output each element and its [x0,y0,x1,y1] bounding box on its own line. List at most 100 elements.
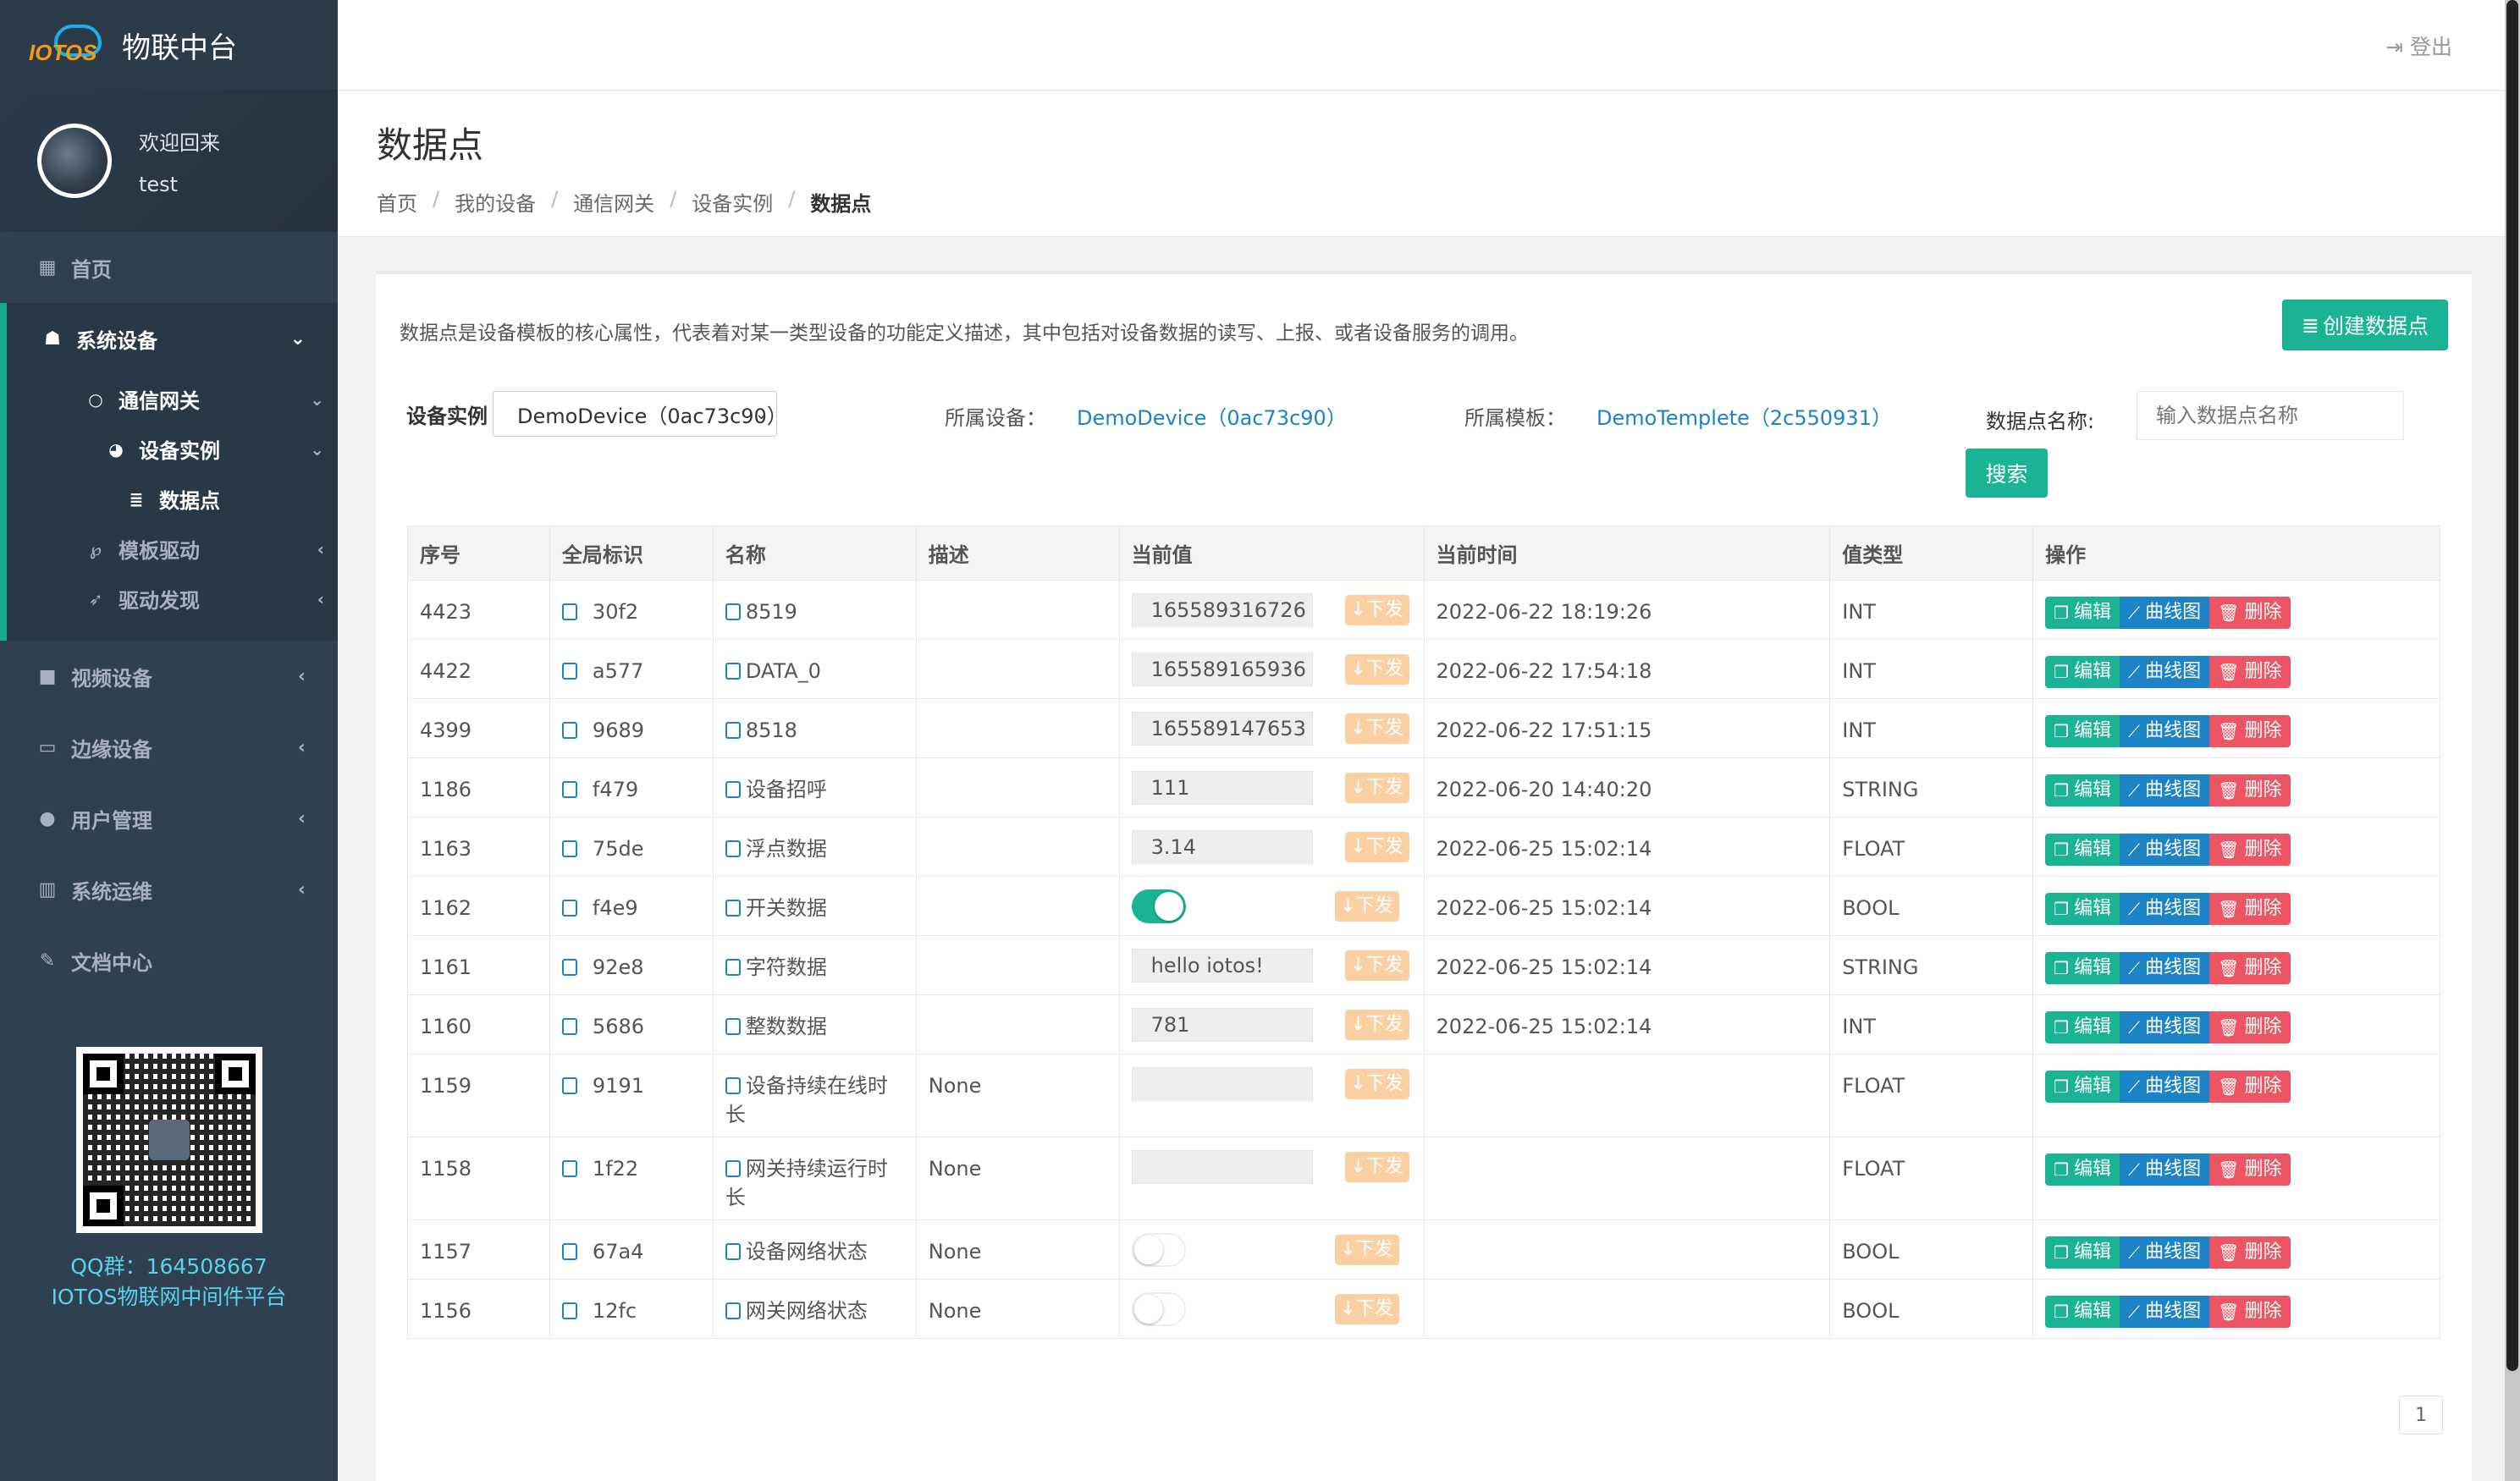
value-input[interactable]: 165589165936 [1131,652,1313,686]
edit-button[interactable]: ❐ 编辑 [2045,1153,2120,1186]
copy-icon[interactable] [725,1243,741,1260]
chart-button[interactable]: ⟋ 曲线图 [2120,1071,2210,1103]
scrollbar[interactable] [2505,0,2520,1481]
chart-button[interactable]: ⟋ 曲线图 [2120,656,2210,688]
sidebar-item-gateway[interactable]: ○ 通信网关 ⌄ [7,374,338,424]
device-instance-select[interactable]: DemoDevice（0ac73c90） ⌄ [493,391,777,437]
edit-button[interactable]: ❐ 编辑 [2045,1296,2120,1328]
send-button[interactable]: ↓下发 [1344,654,1409,685]
breadcrumb-my-devices[interactable]: 我的设备 [455,187,536,217]
delete-button[interactable]: 🗑 删除 [2209,597,2291,629]
send-button[interactable]: ↓下发 [1344,595,1409,625]
data-point-name-input[interactable] [2137,391,2404,440]
copy-icon[interactable] [725,840,741,857]
chart-button[interactable]: ⟋ 曲线图 [2120,1236,2210,1269]
delete-button[interactable]: 🗑 删除 [2209,952,2291,984]
copy-icon[interactable] [561,840,577,857]
edit-button[interactable]: ❐ 编辑 [2045,1236,2120,1269]
pagination-page-1[interactable]: 1 [2399,1396,2443,1434]
copy-icon[interactable] [725,722,741,739]
col-header-time[interactable]: 当前时间 [1423,526,1831,581]
avatar[interactable] [37,124,112,198]
device-link[interactable]: DemoDevice（0ac73c90） [1077,401,1347,431]
sidebar-item-device-instance[interactable]: ◕ 设备实例 ⌄ [7,424,338,474]
chart-button[interactable]: ⟋ 曲线图 [2120,1296,2210,1328]
delete-button[interactable]: 🗑 删除 [2209,656,2291,688]
copy-icon[interactable] [561,900,577,917]
sidebar-item-edge-devices[interactable]: ▭ 边缘设备 ‹ [0,712,338,783]
copy-icon[interactable] [725,1302,741,1319]
copy-icon[interactable] [725,663,741,680]
chart-button[interactable]: ⟋ 曲线图 [2120,715,2210,747]
breadcrumb-device-instance[interactable]: 设备实例 [692,187,773,217]
send-button[interactable]: ↓下发 [1344,713,1409,744]
edit-button[interactable]: ❐ 编辑 [2045,1071,2120,1103]
value-input[interactable]: 781 [1131,1008,1313,1042]
copy-icon[interactable] [561,1018,577,1035]
delete-button[interactable]: 🗑 删除 [2209,774,2291,807]
edit-button[interactable]: ❐ 编辑 [2045,1011,2120,1043]
sidebar-item-video-devices[interactable]: ■ 视频设备 ‹ [0,641,338,712]
copy-icon[interactable] [725,781,741,798]
sidebar-item-docs[interactable]: ✎ 文档中心 [0,925,338,996]
value-toggle[interactable] [1131,889,1186,923]
edit-button[interactable]: ❐ 编辑 [2045,952,2120,984]
chart-button[interactable]: ⟋ 曲线图 [2120,1153,2210,1186]
value-toggle[interactable] [1131,1292,1186,1326]
chart-button[interactable]: ⟋ 曲线图 [2120,1011,2210,1043]
col-header-type[interactable]: 值类型 [1829,526,2034,581]
edit-button[interactable]: ❐ 编辑 [2045,893,2120,925]
copy-icon[interactable] [561,1243,577,1260]
edit-button[interactable]: ❐ 编辑 [2045,597,2120,629]
send-button[interactable]: ↓下发 [1344,1152,1409,1182]
value-input[interactable]: 165589147653 [1131,712,1313,746]
copy-icon[interactable] [561,1077,577,1094]
delete-button[interactable]: 🗑 删除 [2209,834,2291,866]
breadcrumb-gateway[interactable]: 通信网关 [573,187,654,217]
copy-icon[interactable] [561,663,577,680]
copy-icon[interactable] [725,1018,741,1035]
delete-button[interactable]: 🗑 删除 [2209,1236,2291,1269]
create-data-point-button[interactable]: ≣ 创建数据点 [2282,300,2448,350]
send-button[interactable]: ↓下发 [1344,1069,1409,1099]
delete-button[interactable]: 🗑 删除 [2209,1296,2291,1328]
value-input[interactable]: 3.14 [1131,830,1313,864]
send-button[interactable]: ↓下发 [1334,1235,1399,1265]
value-input[interactable] [1131,1150,1313,1184]
copy-icon[interactable] [561,959,577,976]
value-input[interactable]: 165589316726 [1131,593,1313,627]
send-button[interactable]: ↓下发 [1344,832,1409,862]
chart-button[interactable]: ⟋ 曲线图 [2120,952,2210,984]
chart-button[interactable]: ⟋ 曲线图 [2120,597,2210,629]
send-button[interactable]: ↓下发 [1344,950,1409,981]
value-input[interactable]: 111 [1131,771,1313,805]
template-link[interactable]: DemoTemplete（2c550931） [1596,401,1892,431]
sidebar-item-template-driver[interactable]: ℘ 模板驱动 ‹ [7,524,338,574]
copy-icon[interactable] [725,959,741,976]
send-button[interactable]: ↓下发 [1344,773,1409,803]
copy-icon[interactable] [561,1160,577,1177]
sidebar-item-home[interactable]: ▦ 首页 [0,232,338,303]
delete-button[interactable]: 🗑 删除 [2209,1071,2291,1103]
sidebar-item-data-points[interactable]: ≣ 数据点 [0,474,338,524]
logout-button[interactable]: ⇥ 登出 [2385,30,2452,61]
search-button[interactable]: 搜索 [1966,449,2048,498]
copy-icon[interactable] [561,781,577,798]
chart-button[interactable]: ⟋ 曲线图 [2120,834,2210,866]
delete-button[interactable]: 🗑 删除 [2209,893,2291,925]
edit-button[interactable]: ❐ 编辑 [2045,715,2120,747]
chart-button[interactable]: ⟋ 曲线图 [2120,893,2210,925]
delete-button[interactable]: 🗑 删除 [2209,1153,2291,1186]
copy-icon[interactable] [725,603,741,620]
copy-icon[interactable] [725,900,741,917]
delete-button[interactable]: 🗑 删除 [2209,1011,2291,1043]
copy-icon[interactable] [561,603,577,620]
copy-icon[interactable] [725,1160,741,1177]
edit-button[interactable]: ❐ 编辑 [2045,774,2120,807]
edit-button[interactable]: ❐ 编辑 [2045,834,2120,866]
send-button[interactable]: ↓下发 [1334,891,1399,922]
copy-icon[interactable] [561,722,577,739]
chart-button[interactable]: ⟋ 曲线图 [2120,774,2210,807]
col-header-gid[interactable]: 全局标识 [549,526,714,581]
value-toggle[interactable] [1131,1233,1186,1267]
